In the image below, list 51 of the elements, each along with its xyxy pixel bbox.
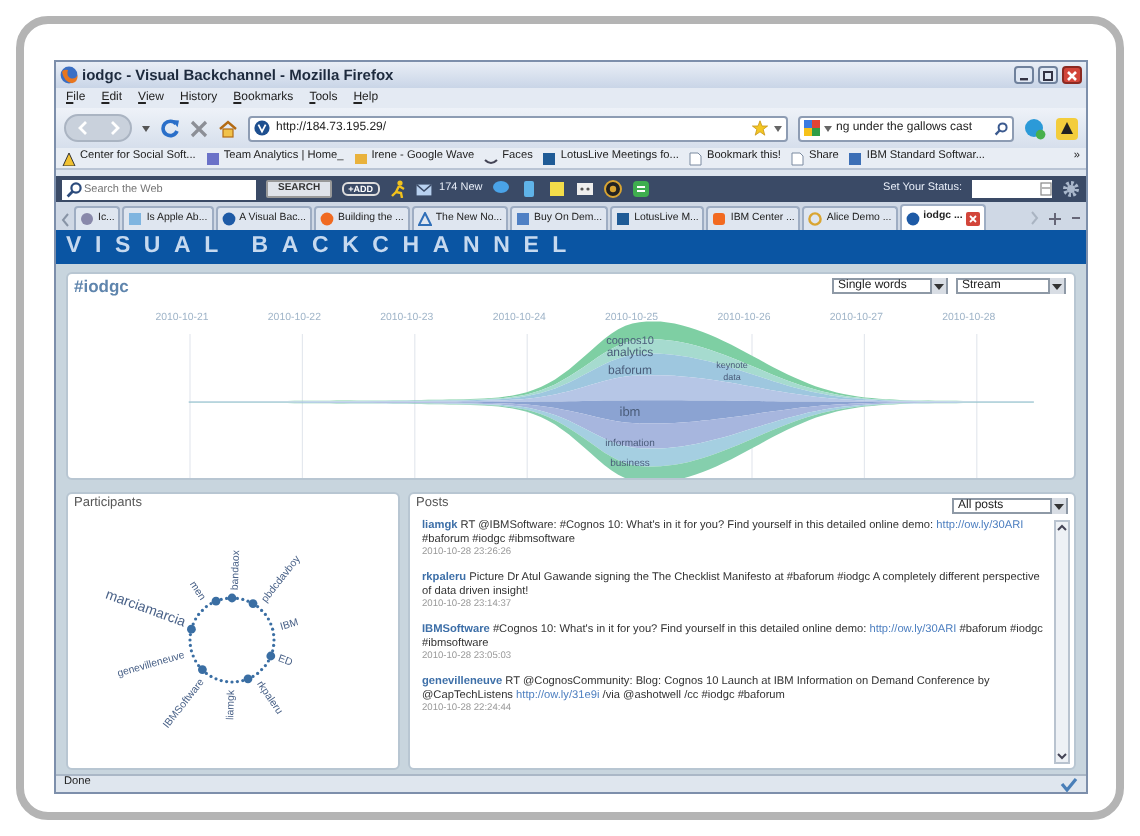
close-button[interactable] [1062,66,1082,84]
minimize-button[interactable] [1014,66,1034,84]
tab-icon [320,212,334,226]
bookmark-icon [848,151,863,165]
runner-icon[interactable] [389,180,406,198]
check-icon[interactable] [1060,777,1078,791]
mail-icon [415,183,432,195]
tab-icon [417,212,432,226]
tab-icon [808,212,823,226]
speaker-icon[interactable] [604,180,623,198]
firefox-logo-icon [60,66,78,84]
tab-icon [616,212,631,226]
close-icon [1066,69,1078,81]
stop-icon[interactable] [190,119,208,137]
tab-icon [128,212,143,226]
dropdown-caret-icon[interactable] [142,125,150,131]
maximize-button[interactable] [1038,66,1058,84]
caret-icon [1054,503,1064,509]
app-banner: VISUAL BACKCHANNEL [56,230,1086,264]
caret-icon [1052,283,1062,289]
maximize-icon [1042,69,1054,81]
tab-icon [221,212,236,226]
search-engine-icon[interactable] [804,120,820,136]
stream-title: #iodgc [74,278,129,295]
dropdown-caret-icon[interactable] [824,125,832,131]
gear-icon[interactable] [1062,180,1080,198]
tab-icon [905,211,920,225]
caret-icon [934,283,944,289]
star-icon[interactable] [752,120,768,136]
tab-list-icon[interactable] [1070,212,1082,224]
chat-bubble-icon[interactable] [492,180,511,198]
search-icon[interactable] [994,121,1008,135]
new-tab-icon[interactable] [1048,211,1062,225]
bookmark-icon [542,151,557,165]
scrollbar[interactable] [1054,520,1070,764]
dropdown-caret-icon[interactable] [774,125,782,131]
close-tab-icon[interactable] [966,211,981,225]
search-icon [66,181,82,197]
scroll-left-icon[interactable] [60,210,72,230]
reload-icon[interactable] [160,118,180,138]
chat-window-icon[interactable] [576,180,595,198]
status-field[interactable] [972,180,1052,198]
scroll-down-icon[interactable] [1056,750,1068,762]
site-icon [254,120,270,136]
bookmark-icon [205,151,220,165]
tab-icon [80,212,94,226]
scroll-up-icon[interactable] [1056,522,1068,534]
home-icon[interactable] [218,119,238,137]
tab-icon [516,212,531,226]
bookmark-icon [353,151,368,165]
tab-icon [712,212,727,226]
